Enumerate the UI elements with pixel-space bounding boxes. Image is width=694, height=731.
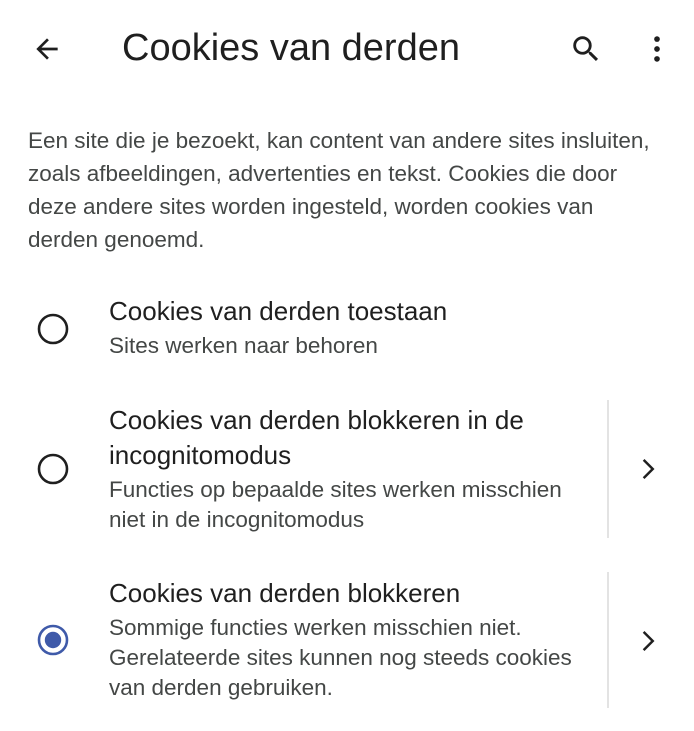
option-allow-third-party-cookies[interactable]: Cookies van derden toestaan Sites werken… xyxy=(0,292,694,376)
back-button[interactable] xyxy=(24,26,70,72)
chevron-right-icon xyxy=(642,631,655,651)
option-subtitle: Sites werken naar behoren xyxy=(109,333,378,358)
radio-unselected-icon[interactable] xyxy=(36,452,70,486)
option-block-third-party-cookies[interactable]: Cookies van derden blokkeren Sommige fun… xyxy=(0,572,694,712)
option-details-button[interactable] xyxy=(632,454,662,484)
option-title: Cookies van derden toestaan xyxy=(109,296,448,326)
arrow-back-icon xyxy=(36,38,58,60)
vertical-divider xyxy=(607,400,609,538)
more-options-button[interactable] xyxy=(634,26,680,72)
option-subtitle: Sommige functies werken misschien niet. … xyxy=(109,615,572,700)
radio-selected-icon[interactable] xyxy=(36,623,70,657)
description-text: Een site die je bezoekt, kan content van… xyxy=(28,128,650,252)
option-title: Cookies van derden blokkeren xyxy=(109,578,461,608)
option-title: Cookies van derden blokkeren in de incog… xyxy=(109,405,524,470)
search-icon xyxy=(573,36,599,62)
option-block-in-incognito[interactable]: Cookies van derden blokkeren in de incog… xyxy=(0,398,694,540)
option-text: Cookies van derden blokkeren in de incog… xyxy=(109,403,589,535)
more-vert-icon xyxy=(654,36,660,62)
page-title: Cookies van derden xyxy=(122,27,460,69)
chevron-right-icon xyxy=(642,459,655,479)
vertical-divider xyxy=(607,572,609,708)
top-app-bar: Cookies van derden xyxy=(0,0,694,100)
option-subtitle: Functies op bepaalde sites werken missch… xyxy=(109,477,562,532)
cookies-settings-screen: Cookies van derden Een site die je bezoe… xyxy=(0,0,694,731)
option-text: Cookies van derden toestaan Sites werken… xyxy=(109,294,447,361)
option-details-button[interactable] xyxy=(632,626,662,656)
option-text: Cookies van derden blokkeren Sommige fun… xyxy=(109,576,594,703)
search-button[interactable] xyxy=(563,26,609,72)
radio-unselected-icon[interactable] xyxy=(36,312,70,346)
